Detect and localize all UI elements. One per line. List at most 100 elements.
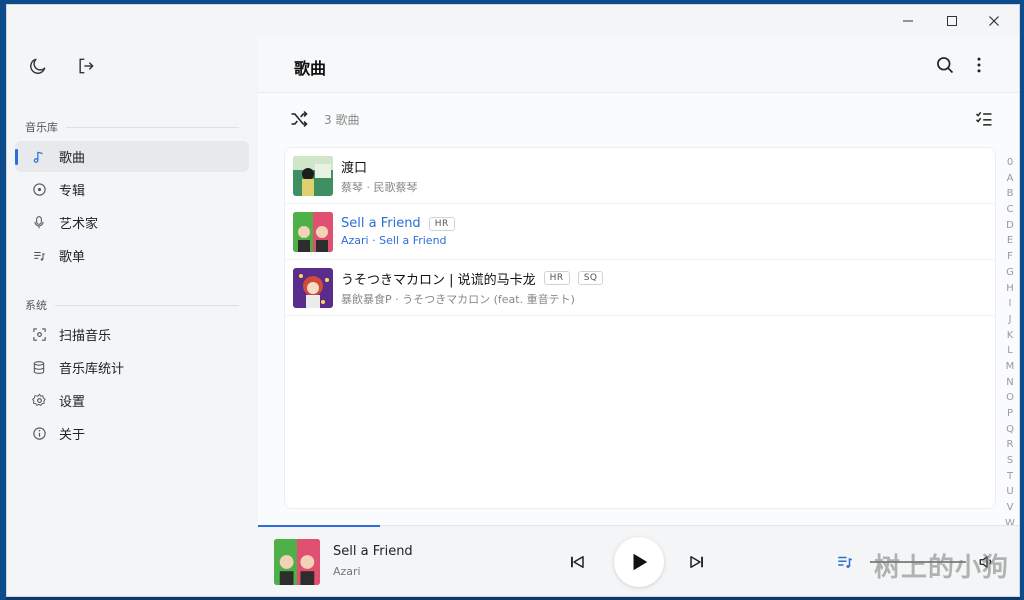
disc-icon	[31, 182, 47, 198]
database-icon	[31, 360, 47, 376]
alphabet-index-letter[interactable]: I	[1009, 296, 1012, 312]
sidebar-item-label: 扫描音乐	[59, 329, 112, 344]
song-title: Sell a Friend	[341, 216, 421, 231]
maximize-icon	[947, 16, 957, 26]
alphabet-index-letter[interactable]: U	[1006, 484, 1013, 500]
skip-previous-icon	[571, 556, 584, 568]
app-window: 音乐库 歌曲 专辑 艺术家 歌单 系统 扫描音乐 音乐库统计 设置 关于 歌曲 …	[6, 4, 1020, 597]
alphabet-index-letter[interactable]: P	[1007, 406, 1013, 422]
previous-button[interactable]	[566, 551, 588, 573]
info-icon	[31, 426, 47, 442]
sidebar-item-songs[interactable]: 歌曲	[15, 141, 249, 172]
song-subtitle: Azari · Sell a Friend	[341, 234, 447, 247]
moon-icon	[30, 58, 46, 74]
alphabet-index-letter[interactable]: S	[1007, 453, 1013, 469]
title-bar[interactable]	[7, 5, 1019, 37]
desktop-background-right	[1020, 0, 1024, 600]
quality-badge: HR	[543, 271, 570, 285]
now-playing-artist: Azari	[333, 565, 361, 578]
song-text: Sell a Friend HR Azari · Sell a Friend	[341, 216, 455, 247]
sidebar-item-label: 音乐库统计	[59, 362, 125, 377]
shuffle-button[interactable]	[288, 108, 310, 130]
sidebar-item-label: 歌单	[59, 250, 86, 265]
checklist-icon	[975, 111, 992, 126]
alphabet-index-letter[interactable]: M	[1006, 359, 1015, 375]
song-title: うそつきマカロン | 说谎的马卡龙	[341, 272, 536, 288]
now-playing-cover[interactable]	[274, 539, 320, 585]
alphabet-index-letter[interactable]: K	[1007, 328, 1014, 344]
album-cover	[293, 155, 333, 196]
sidebar-item-scan-music[interactable]: 扫描音乐	[15, 319, 249, 350]
quality-badge: SQ	[577, 271, 604, 285]
sidebar-item-albums[interactable]: 专辑	[15, 174, 249, 205]
sidebar-item-settings[interactable]: 设置	[15, 385, 249, 416]
maximize-button[interactable]	[937, 11, 967, 31]
song-row[interactable]: うそつきマカロン | 说谎的马卡龙 HR SQ 暴飲暴食P · うそつきマカロン…	[285, 260, 995, 316]
more-options-button[interactable]	[967, 53, 991, 77]
alphabet-index-letter[interactable]: Q	[1006, 422, 1014, 438]
search-icon	[937, 57, 954, 74]
alphabet-index-letter[interactable]: O	[1006, 390, 1014, 406]
skip-next-icon	[690, 556, 703, 568]
more-vertical-icon	[977, 57, 981, 73]
theme-toggle-button[interactable]	[27, 55, 49, 77]
main-content: 歌曲 3 歌曲 渡口 蔡琴 · 民歌蔡琴 Sell a Friend HR Az…	[258, 37, 1019, 560]
alphabet-index-letter[interactable]: 0	[1007, 155, 1013, 171]
main-header: 歌曲	[258, 37, 1019, 93]
microphone-icon	[31, 215, 47, 231]
alphabet-index-letter[interactable]: E	[1007, 233, 1013, 249]
scan-icon	[31, 327, 47, 343]
song-row-playing[interactable]: Sell a Friend HR Azari · Sell a Friend	[285, 204, 995, 260]
alphabet-index-letter[interactable]: A	[1007, 171, 1014, 187]
shuffle-icon	[291, 110, 308, 128]
alphabet-index-letter[interactable]: C	[1007, 202, 1014, 218]
sidebar-item-label: 专辑	[59, 184, 86, 199]
sidebar: 音乐库 歌曲 专辑 艺术家 歌单 系统 扫描音乐 音乐库统计 设置 关于	[7, 37, 257, 596]
sidebar-item-artists[interactable]: 艺术家	[15, 207, 249, 238]
search-button[interactable]	[933, 53, 957, 77]
alphabet-index-letter[interactable]: T	[1007, 469, 1013, 485]
page-title: 歌曲	[294, 59, 327, 78]
minimize-icon	[903, 20, 913, 22]
queue-button[interactable]	[834, 551, 856, 573]
sidebar-top-actions	[27, 55, 97, 77]
close-icon	[989, 16, 999, 26]
section-system-header: 系统	[25, 297, 239, 313]
album-cover	[293, 211, 333, 252]
alphabet-index-letter[interactable]: G	[1006, 265, 1014, 281]
sidebar-item-playlists[interactable]: 歌单	[15, 240, 249, 271]
alphabet-index-letter[interactable]: J	[1009, 312, 1012, 328]
divider	[55, 304, 239, 306]
sidebar-item-about[interactable]: 关于	[15, 418, 249, 449]
playback-progress[interactable]	[258, 525, 381, 527]
play-icon	[633, 553, 648, 571]
music-note-icon	[31, 149, 47, 165]
section-library-header: 音乐库	[25, 119, 239, 135]
section-library-label: 音乐库	[25, 121, 58, 134]
song-subtitle: 蔡琴 · 民歌蔡琴	[341, 180, 418, 194]
songs-toolbar: 3 歌曲	[288, 107, 995, 131]
player-bar: Sell a Friend Azari 树上的小狗	[258, 525, 1019, 596]
alphabet-index-letter[interactable]: D	[1006, 218, 1014, 234]
alphabet-index-letter[interactable]: L	[1007, 343, 1013, 359]
alphabet-index-letter[interactable]: F	[1007, 249, 1013, 265]
song-row[interactable]: 渡口 蔡琴 · 民歌蔡琴	[285, 148, 995, 204]
alphabet-index: 0ABCDEFGHIJKLMNOPQRSTUVWXY	[1003, 155, 1017, 563]
logout-button[interactable]	[75, 55, 97, 77]
gear-icon	[31, 393, 47, 409]
sidebar-item-library-stats[interactable]: 音乐库统计	[15, 352, 249, 383]
sidebar-item-label: 艺术家	[59, 217, 99, 232]
alphabet-index-letter[interactable]: V	[1007, 500, 1014, 516]
alphabet-index-letter[interactable]: N	[1006, 375, 1013, 391]
play-button[interactable]	[614, 537, 664, 587]
next-button[interactable]	[686, 551, 708, 573]
minimize-button[interactable]	[893, 11, 923, 31]
song-title: 渡口	[341, 160, 368, 176]
multi-select-button[interactable]	[973, 108, 995, 130]
alphabet-index-letter[interactable]: R	[1007, 437, 1014, 453]
close-button[interactable]	[979, 11, 1009, 31]
alphabet-index-letter[interactable]: B	[1007, 186, 1014, 202]
alphabet-index-letter[interactable]: H	[1006, 281, 1014, 297]
song-count: 3 歌曲	[324, 112, 360, 127]
song-text: うそつきマカロン | 说谎的马卡龙 HR SQ 暴飲暴食P · うそつきマカロン…	[341, 269, 604, 307]
